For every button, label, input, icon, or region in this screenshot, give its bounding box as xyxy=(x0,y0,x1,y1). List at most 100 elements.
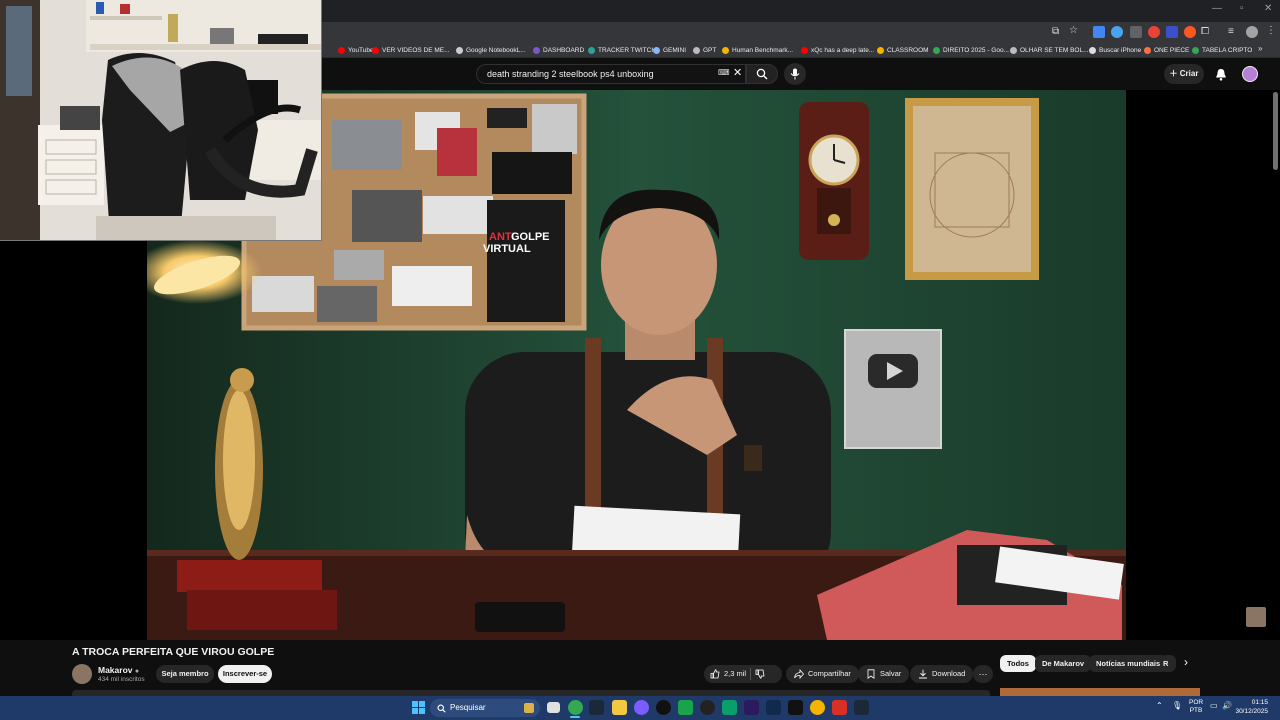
close-window-icon[interactable]: ✕ xyxy=(1264,3,1272,14)
voice-search-button[interactable] xyxy=(784,63,806,85)
like-button[interactable]: 2,3 mil xyxy=(710,665,746,683)
bookmark-item[interactable]: TRACKER TWITCH xyxy=(588,42,656,58)
more-icon: ⋯ xyxy=(978,669,988,679)
page-scrollbar[interactable] xyxy=(1273,92,1278,170)
bookmark-item[interactable]: GPT xyxy=(693,42,716,58)
premiere-icon[interactable] xyxy=(744,700,759,715)
bookmark-item[interactable]: Google NotebookL... xyxy=(456,42,526,58)
subscribe-label: Inscrever-se xyxy=(222,669,268,678)
channel-name[interactable]: Makarov ● xyxy=(98,665,139,675)
bookmark-item[interactable]: Buscar iPhone xyxy=(1089,42,1141,58)
notifications-bell-icon[interactable] xyxy=(1215,68,1227,81)
volume-icon[interactable]: 🔊 xyxy=(1222,701,1232,710)
tab-search-icon[interactable]: ≡ xyxy=(1228,26,1234,37)
video-thumbnail-corner[interactable] xyxy=(1246,607,1266,627)
clear-search-icon[interactable]: ✕ xyxy=(733,66,742,79)
bookmark-item[interactable]: VER VIDEOS DE ME... xyxy=(372,42,450,58)
photoshop-icon[interactable] xyxy=(766,700,781,715)
join-button[interactable]: Seja membro xyxy=(156,665,214,683)
bookmark-label: Google NotebookL... xyxy=(466,46,526,54)
chip-from-channel[interactable]: De Makarov xyxy=(1035,655,1092,672)
poster-virtual: VIRTUAL xyxy=(483,243,531,255)
chrome-icon[interactable] xyxy=(568,700,583,715)
chip-all[interactable]: Todos xyxy=(1000,655,1036,672)
extension-icon[interactable] xyxy=(1148,26,1160,38)
xbox-icon[interactable] xyxy=(678,700,693,715)
steam-icon[interactable] xyxy=(589,700,604,715)
bookmark-item[interactable]: DIREITO 2025 - Goo... xyxy=(933,42,1009,58)
like-count: 2,3 mil xyxy=(724,669,747,678)
extensions-puzzle-icon[interactable]: ⧠ xyxy=(1201,26,1209,37)
subscribe-button[interactable]: Inscrever-se xyxy=(218,665,272,683)
account-avatar[interactable] xyxy=(1242,66,1258,82)
steam-icon[interactable] xyxy=(854,700,869,715)
extension-icon[interactable] xyxy=(1111,26,1123,38)
save-label: Salvar xyxy=(880,669,902,678)
system-clock[interactable]: 01:15 30/12/2025 xyxy=(1235,698,1268,716)
channel-avatar[interactable] xyxy=(72,664,92,684)
chevron-right-icon[interactable]: › xyxy=(1184,655,1188,669)
bookmark-item[interactable]: TABELA CRIPTO xyxy=(1192,42,1252,58)
bookmark-item[interactable]: ONE PIECE xyxy=(1144,42,1189,58)
bookmark-favicon-icon xyxy=(588,46,595,54)
share-label: Compartilhar xyxy=(808,669,851,678)
microphone-tray-icon[interactable]: 🎙 xyxy=(1172,701,1182,710)
browser-menu-icon[interactable]: ⋮ xyxy=(1266,25,1276,36)
chip-world-news[interactable]: Notícias mundiais xyxy=(1089,655,1168,672)
bookmark-item[interactable]: YouTube xyxy=(338,42,374,58)
search-input[interactable]: death stranding 2 steelbook ps4 unboxing xyxy=(476,64,746,84)
bookmark-favicon-icon xyxy=(877,46,884,54)
bookmark-item[interactable]: OLHAR SE TEM BOL... xyxy=(1010,42,1089,58)
taskbar-search-label: Pesquisar xyxy=(450,703,486,712)
discord-icon[interactable] xyxy=(634,700,649,715)
verified-icon: ● xyxy=(134,668,140,675)
recommended-thumbnail[interactable] xyxy=(1000,688,1200,696)
keyboard-icon[interactable]: ⌨ xyxy=(718,68,730,77)
bookmark-item[interactable]: CLASSROOM xyxy=(877,42,929,58)
extension-icon[interactable] xyxy=(1166,26,1178,38)
task-view-icon[interactable] xyxy=(547,702,560,713)
minimize-icon[interactable]: — xyxy=(1212,3,1222,14)
cast-icon[interactable]: ⧉ xyxy=(1052,26,1059,37)
github-icon[interactable] xyxy=(700,700,715,715)
more-bookmarks-icon[interactable]: » xyxy=(1258,44,1262,53)
extension-icon[interactable] xyxy=(1130,26,1142,38)
chip-more[interactable]: R xyxy=(1160,655,1176,672)
app-icon[interactable] xyxy=(810,700,825,715)
thumbs-down-icon[interactable] xyxy=(755,669,765,679)
bookmark-item[interactable]: DASHBOARD xyxy=(533,42,584,58)
share-button[interactable]: Compartilhar xyxy=(786,665,859,683)
start-button[interactable] xyxy=(412,701,425,714)
bookmark-favicon-icon xyxy=(533,46,540,54)
download-button[interactable]: Download xyxy=(910,665,974,683)
bookmark-item[interactable]: GEMINI xyxy=(653,42,686,58)
obs-icon[interactable] xyxy=(656,700,671,715)
save-button[interactable]: Salvar xyxy=(858,665,910,683)
bookmark-favicon-icon xyxy=(801,46,808,54)
more-actions-button[interactable]: ⋯ xyxy=(973,665,993,683)
maximize-icon[interactable]: ▫ xyxy=(1240,3,1244,14)
tray-chevron-icon[interactable]: ⌃ xyxy=(1156,701,1163,710)
bookmark-favicon-icon xyxy=(693,46,700,54)
bookmark-item[interactable]: Human Benchmark... xyxy=(722,42,793,58)
bookmark-label: OLHAR SE TEM BOL... xyxy=(1020,46,1089,54)
extension-icon[interactable] xyxy=(1093,26,1105,38)
search-query: death stranding 2 steelbook ps4 unboxing xyxy=(487,69,654,79)
network-icon[interactable]: ▭ xyxy=(1210,701,1218,710)
input-language[interactable]: POR PTB xyxy=(1189,699,1203,715)
taskbar-search[interactable]: Pesquisar xyxy=(430,699,540,717)
file-explorer-icon[interactable] xyxy=(612,700,627,715)
extension-icon[interactable] xyxy=(1184,26,1196,38)
bookmark-star-icon[interactable]: ☆ xyxy=(1069,25,1078,36)
epic-games-icon[interactable] xyxy=(788,700,803,715)
search-button[interactable] xyxy=(746,64,778,84)
download-icon xyxy=(919,669,927,679)
bookmark-label: CLASSROOM xyxy=(887,46,929,54)
create-button[interactable]: ＋ Criar xyxy=(1164,64,1204,84)
profile-avatar[interactable] xyxy=(1246,26,1258,38)
app-icon[interactable] xyxy=(722,700,737,715)
bookmark-favicon-icon xyxy=(1192,46,1199,54)
channel-name-text: Makarov xyxy=(98,665,133,675)
acrobat-icon[interactable] xyxy=(832,700,847,715)
bookmark-item[interactable]: xQc has a deep late... xyxy=(801,42,874,58)
